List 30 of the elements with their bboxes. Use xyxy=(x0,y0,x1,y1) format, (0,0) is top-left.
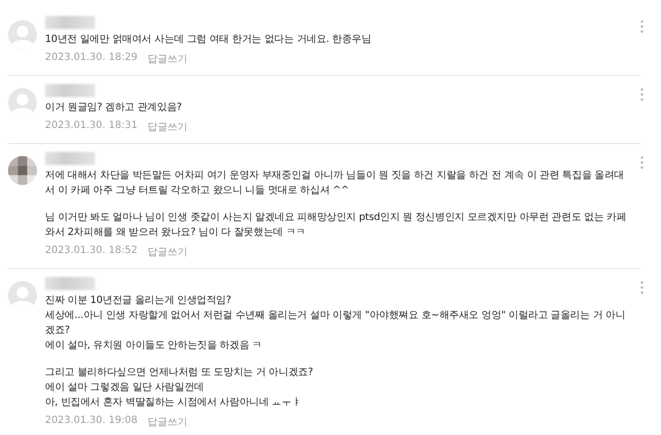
reply-link[interactable]: 답글쓰기 xyxy=(147,52,188,66)
comment-date: 2023.01.30. 19:08 xyxy=(45,415,138,428)
redacted-name xyxy=(45,152,95,165)
more-options-icon[interactable] xyxy=(640,88,644,101)
redacted-name xyxy=(45,277,95,290)
comment-date: 2023.01.30. 18:29 xyxy=(45,52,138,65)
reply-link[interactable]: 답글쓰기 xyxy=(147,415,188,429)
comment-text: 세상에...아니 인생 자랑할게 없어서 저런걸 수년째 올리는거 설마 이렇게 "아야했쪄요 호~해주새오 엉엉" 이럴라고 글올리는 거 아니겠죠? xyxy=(45,309,626,338)
comment-text: 저에 대해서 차단을 박든말든 어차피 여기 운영자 부재중인걸 아니까 님들이 뭔 짓을 하건 지랄을 하건 전 계속 이 관련 특집을 올려대서 이 카페 아주 그냥 터트릴 각오하고 왔으니 니들 멋대로 하십셔 ^^ xyxy=(45,169,625,198)
comment-date: 2023.01.30. 18:31 xyxy=(45,120,138,133)
comment-text: 진짜 이분 10년전글 올리는게 인생업적임? xyxy=(45,294,232,308)
avatar-icon xyxy=(8,281,37,310)
comment-date: 2023.01.30. 18:52 xyxy=(45,245,138,258)
reply-link[interactable]: 답글쓰기 xyxy=(147,245,188,259)
comment-text: 이거 뭔글임? 겜하고 관계있음? xyxy=(45,101,183,115)
comment-text: 님 이거만 봐도 얼마나 님이 인생 좃같이 사는지 알겠네요 피해망상인지 ptsd인지 뭔 정신병인지 모르겠지만 아무런 관련도 없는 카페와서 2차피해를 왜 받으러 왔나요? 님이 다 잘못했는데 ㅋㅋ xyxy=(45,211,628,240)
pixelated-avatar xyxy=(8,156,37,185)
comment-text: 그리고 불리하다싶으면 언제나처럼 또 도망치는 거 아니겠죠? xyxy=(45,366,314,380)
redacted-name xyxy=(45,84,95,97)
reply-link[interactable]: 답글쓰기 xyxy=(147,120,188,134)
more-options-icon[interactable] xyxy=(640,20,644,33)
comment-text: 에이 설마, 유치원 아이들도 안하는짓을 하겠음 ㅋ xyxy=(45,339,263,353)
comment-text: 에이 설마 그렇겠음 일단 사람일껀데 xyxy=(45,381,205,395)
avatar-icon xyxy=(8,88,37,117)
redacted-name xyxy=(45,16,95,29)
avatar-icon xyxy=(8,20,37,49)
more-options-icon[interactable] xyxy=(640,156,644,169)
more-options-icon[interactable] xyxy=(640,281,644,294)
comment-text: 10년전 일에만 얽매여서 사는데 그럼 여태 한거는 없다는 거네요. 한종우님 xyxy=(45,33,372,47)
comment-text: 아, 빈집에서 혼자 벽딸질하는 시점에서 사람아니네 ㅛㅜㅑ xyxy=(45,396,302,410)
